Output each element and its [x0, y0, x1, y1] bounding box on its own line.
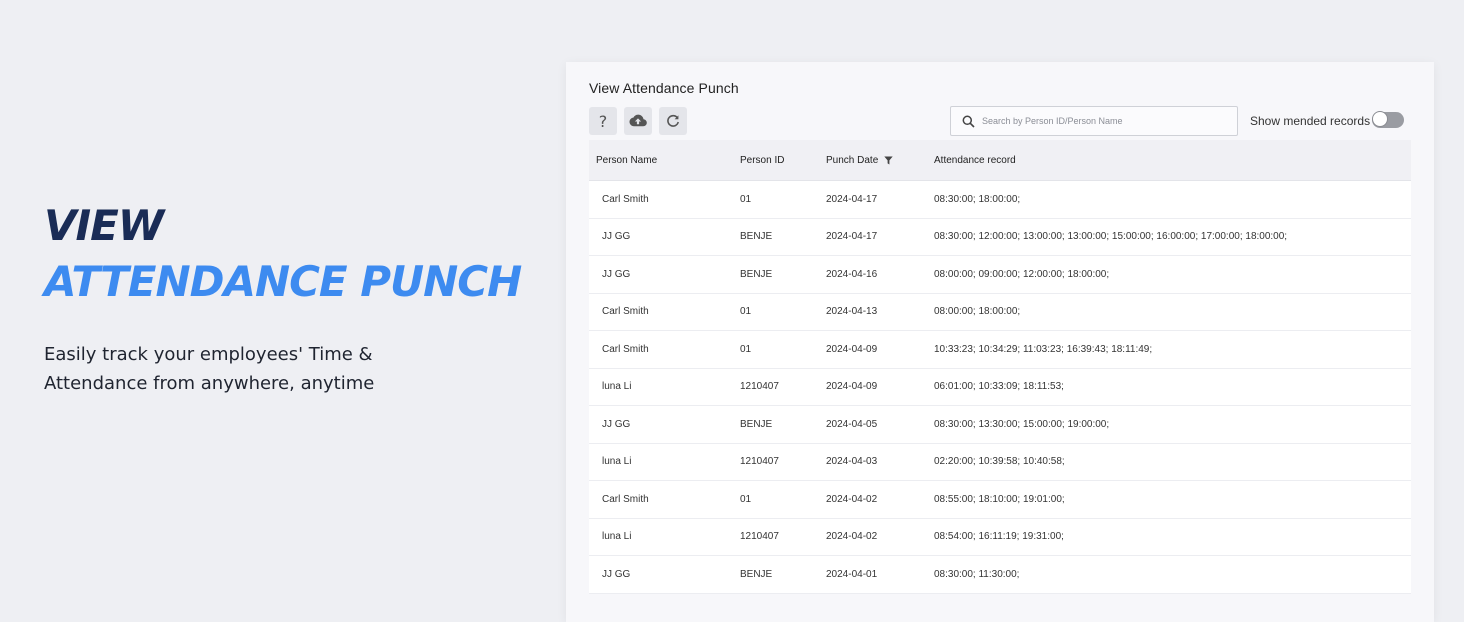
column-header-attendance-record[interactable]: Attendance record [927, 155, 1411, 166]
person-name-cell: luna Li [602, 531, 632, 543]
toggle-knob [1372, 111, 1388, 127]
table-row[interactable]: JJ GG BENJE 2024-04-05 08:30:00; 13:30:0… [589, 406, 1411, 444]
attendance-record-cell: 08:30:00; 13:30:00; 15:00:00; 19:00:00; [934, 418, 1110, 430]
person-id-cell: 1210407 [740, 531, 779, 543]
attendance-record-cell: 08:54:00; 16:11:19; 19:31:00; [934, 531, 1064, 543]
table-row[interactable]: luna Li 1210407 2024-04-02 08:54:00; 16:… [589, 518, 1411, 556]
punch-date-cell: 2024-04-02 [826, 493, 878, 505]
table-row[interactable]: Carl Smith 01 2024-04-13 08:00:00; 18:00… [589, 293, 1411, 331]
person-name-cell: Carl Smith [602, 493, 649, 505]
person-name-cell: JJ GG [602, 568, 631, 580]
upload-button[interactable] [624, 107, 652, 135]
table-row[interactable]: Carl Smith 01 2024-04-02 08:55:00; 18:10… [589, 481, 1411, 519]
table-row[interactable]: Carl Smith 01 2024-04-09 10:33:23; 10:34… [589, 331, 1411, 369]
person-name-cell: JJ GG [602, 268, 631, 280]
person-id-cell: 01 [740, 193, 752, 205]
person-id-cell: BENJE [740, 418, 773, 430]
table-row[interactable]: Carl Smith 01 2024-04-17 08:30:00; 18:00… [589, 181, 1411, 219]
attendance-record-cell: 08:30:00; 18:00:00; [934, 193, 1021, 205]
person-id-cell: BENJE [740, 231, 773, 243]
column-header-person-name[interactable]: Person Name [589, 155, 733, 166]
person-id-cell: BENJE [740, 568, 773, 580]
person-name-cell: Carl Smith [602, 343, 649, 355]
table-row[interactable]: luna Li 1210407 2024-04-03 02:20:00; 10:… [589, 443, 1411, 481]
filter-icon[interactable] [884, 156, 893, 165]
person-id-cell: 01 [740, 306, 752, 318]
punch-date-cell: 2024-04-16 [826, 268, 878, 280]
table-row[interactable]: JJ GG BENJE 2024-04-16 08:00:00; 09:00:0… [589, 256, 1411, 294]
punch-date-label: Punch Date [826, 154, 879, 166]
punch-date-cell: 2024-04-17 [826, 193, 878, 205]
person-name-cell: Carl Smith [602, 306, 649, 318]
attendance-record-cell: 08:30:00; 11:30:00; [934, 568, 1020, 580]
punch-date-cell: 2024-04-09 [826, 343, 878, 355]
column-header-person-id[interactable]: Person ID [733, 155, 819, 166]
refresh-button[interactable] [659, 107, 687, 135]
punch-date-cell: 2024-04-09 [826, 381, 878, 393]
person-id-cell: 1210407 [740, 381, 779, 393]
attendance-record-cell: 08:55:00; 18:10:00; 19:01:00; [934, 493, 1065, 505]
person-id-cell: BENJE [740, 268, 773, 280]
hero-section: VIEW ATTENDANCE PUNCH Easily track your … [44, 198, 524, 398]
punch-date-cell: 2024-04-01 [826, 568, 878, 580]
question-mark-icon: ? [598, 111, 608, 131]
attendance-panel: View Attendance Punch ? Show mended [566, 62, 1434, 622]
column-header-punch-date[interactable]: Punch Date [819, 155, 927, 166]
help-button[interactable]: ? [589, 107, 617, 135]
search-icon [962, 115, 975, 128]
search-field[interactable] [950, 106, 1238, 136]
attendance-record-cell: 02:20:00; 10:39:58; 10:40:58; [934, 456, 1065, 468]
punch-date-cell: 2024-04-03 [826, 456, 878, 468]
person-name-cell: JJ GG [602, 418, 631, 430]
person-name-cell: luna Li [602, 456, 632, 468]
punch-date-cell: 2024-04-02 [826, 531, 878, 543]
person-name-cell: luna Li [602, 381, 632, 393]
attendance-record-cell: 10:33:23; 10:34:29; 11:03:23; 16:39:43; … [934, 343, 1153, 355]
attendance-record-cell: 08:00:00; 18:00:00; [934, 306, 1021, 318]
page-title: View Attendance Punch [589, 80, 739, 96]
attendance-table: Person Name Person ID Punch Date Attenda… [589, 140, 1411, 594]
person-id-cell: 01 [740, 493, 752, 505]
attendance-record-cell: 08:00:00; 09:00:00; 12:00:00; 18:00:00; [934, 268, 1110, 280]
person-id-cell: 01 [740, 343, 752, 355]
show-mended-label: Show mended records [1250, 114, 1371, 128]
show-mended-toggle[interactable] [1372, 111, 1404, 128]
person-id-cell: 1210407 [740, 456, 779, 468]
table-row[interactable]: luna Li 1210407 2024-04-09 06:01:00; 10:… [589, 368, 1411, 406]
table-row[interactable]: JJ GG BENJE 2024-04-17 08:30:00; 12:00:0… [589, 218, 1411, 256]
cloud-upload-icon [629, 114, 647, 128]
table-row[interactable]: JJ GG BENJE 2024-04-01 08:30:00; 11:30:0… [589, 556, 1411, 594]
hero-title-line-1: VIEW [44, 201, 164, 250]
attendance-record-cell: 06:01:00; 10:33:09; 18:11:53; [934, 381, 1064, 393]
search-input[interactable] [982, 116, 1222, 126]
hero-subtitle: Easily track your employees' Time & Atte… [44, 344, 375, 394]
refresh-icon [666, 114, 680, 128]
punch-date-cell: 2024-04-13 [826, 306, 878, 318]
person-name-cell: Carl Smith [602, 193, 649, 205]
hero-title-line-2: ATTENDANCE PUNCH [44, 257, 522, 306]
punch-date-cell: 2024-04-17 [826, 231, 878, 243]
person-name-cell: JJ GG [602, 231, 631, 243]
attendance-record-cell: 08:30:00; 12:00:00; 13:00:00; 13:00:00; … [934, 231, 1288, 243]
punch-date-cell: 2024-04-05 [826, 418, 878, 430]
table-header: Person Name Person ID Punch Date Attenda… [589, 140, 1411, 181]
